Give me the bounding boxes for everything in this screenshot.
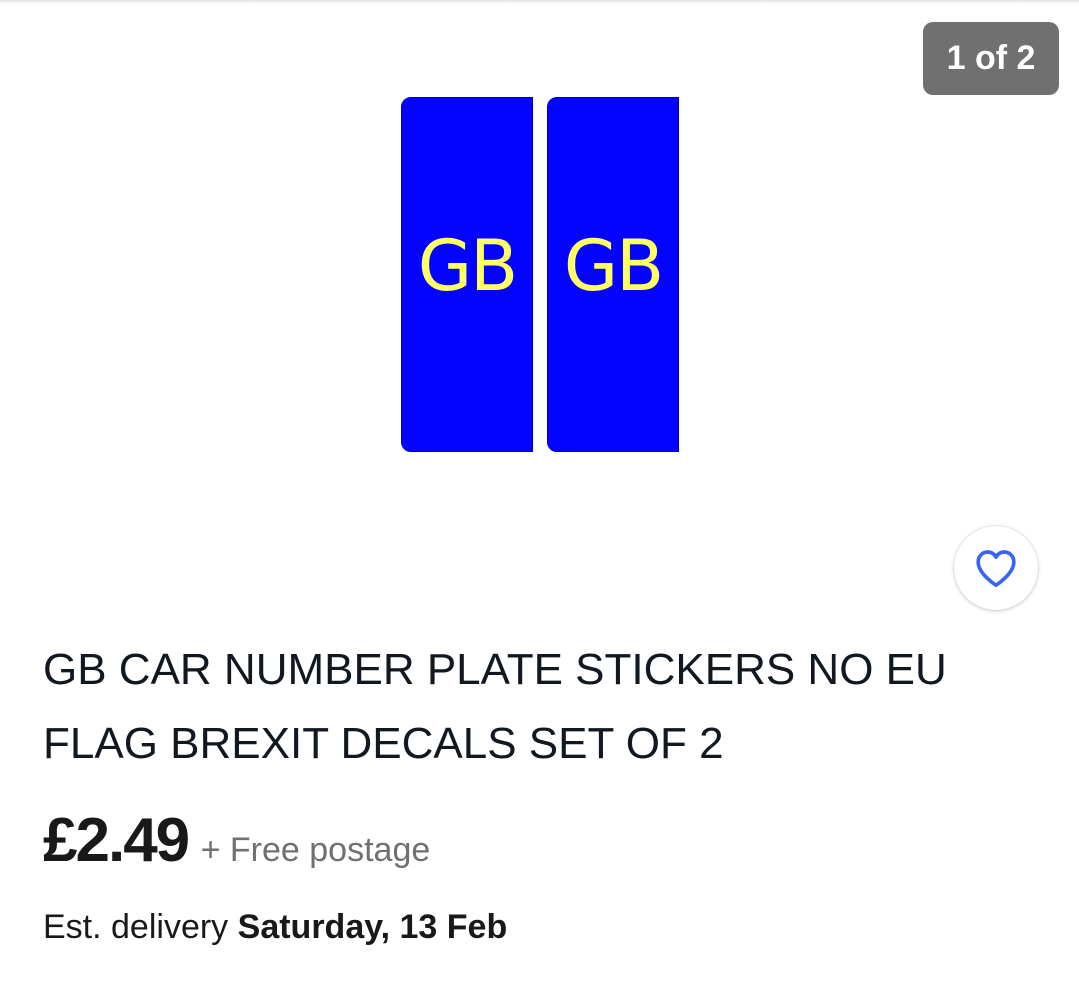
gb-plate-left: GB xyxy=(401,97,533,452)
delivery-date: Saturday, 13 Feb xyxy=(237,908,508,946)
plate-right-text: GB xyxy=(563,225,664,307)
estimated-delivery: Est. delivery Saturday, 13 Feb xyxy=(43,908,507,947)
gb-plate-right: GB xyxy=(547,97,679,452)
delivery-label: Est. delivery xyxy=(43,908,229,946)
heart-outline-icon xyxy=(976,550,1016,588)
top-divider xyxy=(0,0,1079,4)
watch-button[interactable] xyxy=(954,526,1038,610)
product-image[interactable]: GB GB xyxy=(400,97,680,453)
price-row: £2.49 + Free postage xyxy=(43,805,430,885)
postage-info: + Free postage xyxy=(200,831,431,869)
product-title: GB CAR NUMBER PLATE STICKERS NO EU FLAG … xyxy=(43,645,947,768)
plate-left-text: GB xyxy=(417,225,518,307)
price: £2.49 xyxy=(43,806,190,875)
image-counter: 1 of 2 xyxy=(923,22,1059,95)
